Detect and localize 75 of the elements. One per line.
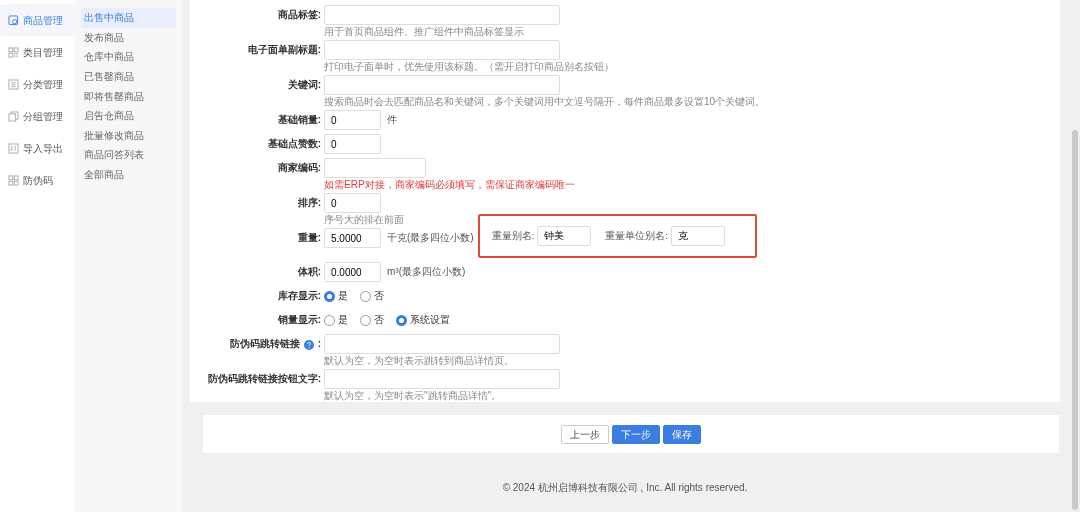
- scrollbar-thumb[interactable]: [1072, 130, 1078, 510]
- radio-button[interactable]: [324, 290, 335, 302]
- field-label: 重量单位别名:: [605, 228, 668, 243]
- input-field[interactable]: [324, 334, 560, 354]
- sidebar-item[interactable]: 商品管理: [0, 4, 75, 36]
- sidebar-item[interactable]: 分类管理: [0, 68, 75, 100]
- label-colon: :: [317, 338, 321, 349]
- submenu-item[interactable]: 发布商品: [81, 27, 176, 48]
- field-label: 关键词:: [286, 78, 322, 92]
- radio-label: 是: [338, 313, 348, 327]
- radio-button[interactable]: [396, 314, 407, 326]
- help-text: 序号大的排在前面: [324, 213, 404, 226]
- field-label: 商品标签:: [276, 8, 322, 22]
- help-text: 默认为空，为空时表示"跳转商品详情"。: [324, 389, 503, 402]
- help-text: 搜索商品时会去匹配商品名和关键词，多个关键词用中文逗号隔开，每件商品最多设置10个关键词。: [324, 95, 766, 108]
- copy-icon: [8, 110, 19, 122]
- radio-label: 是: [338, 289, 348, 303]
- field-label: 排序:: [296, 196, 322, 210]
- radio-label: 系统设置: [410, 313, 450, 327]
- radio-button[interactable]: [360, 314, 371, 326]
- radio-label: 否: [374, 313, 384, 327]
- submenu-item[interactable]: 仓库中商品: [81, 47, 176, 67]
- input-field[interactable]: [324, 369, 560, 389]
- sidebar-item[interactable]: 类目管理: [0, 36, 75, 68]
- submenu-item[interactable]: 出售中商品: [81, 8, 176, 28]
- field-label: 重量:: [296, 231, 322, 245]
- input-field[interactable]: 0: [324, 110, 381, 130]
- help-text: 默认为空，为空时表示跳转到商品详情页。: [324, 354, 515, 367]
- input-field[interactable]: [324, 40, 560, 60]
- field-label: 销量显示:: [276, 313, 322, 327]
- input-field[interactable]: 0: [324, 134, 381, 154]
- field-label: 基础点赞数:: [266, 137, 322, 151]
- step-button[interactable]: 上一步: [561, 424, 609, 444]
- input-field[interactable]: 5.0000: [324, 228, 381, 248]
- field-label: 体积:: [296, 265, 322, 279]
- step-button[interactable]: 保存: [663, 424, 701, 444]
- field-label: 商家编码:: [276, 161, 322, 175]
- list-icon: [8, 78, 19, 90]
- input-field[interactable]: [324, 158, 426, 178]
- unit-text: m³(最多四位小数): [387, 265, 466, 279]
- field-label: 重量别名:: [491, 228, 535, 243]
- sidebar-item[interactable]: 分组管理: [0, 100, 75, 132]
- help-text: 打印电子面单时，优先使用该标题。（需开启打印商品别名按钮）: [324, 60, 614, 73]
- field-label: 防伪码跳转链接按钮文字:: [206, 372, 322, 386]
- submenu-item[interactable]: 全部商品: [81, 164, 176, 185]
- search-icon: [8, 14, 19, 26]
- help-text: 如需ERP对接，商家编码必须填写，需保证商家编码唯一: [324, 178, 575, 191]
- submenu-item[interactable]: 批量修改商品: [81, 125, 176, 146]
- step-button[interactable]: 下一步: [612, 424, 660, 444]
- qr-icon: [8, 174, 19, 186]
- help-text: 用于首页商品组件、推广组件中商品标签显示: [324, 25, 525, 38]
- radio-button[interactable]: [360, 290, 371, 302]
- field-label: 库存显示:: [276, 289, 322, 303]
- input-field[interactable]: [324, 75, 560, 95]
- field-label: 防伪码跳转链接: [229, 338, 300, 349]
- submenu-item[interactable]: 即将售罄商品: [81, 86, 176, 106]
- input-field[interactable]: 钟美: [537, 226, 592, 246]
- grid-icon: [8, 46, 19, 58]
- footer-text: © 2024 杭州启博科技有限公司 , Inc. All rights reserved.: [501, 481, 749, 495]
- submenu-item[interactable]: 启告仓商品: [81, 105, 176, 126]
- sidebar-item[interactable]: 导入导出: [0, 132, 75, 164]
- field-label: 电子面单副标题:: [246, 43, 322, 57]
- input-field[interactable]: 0: [324, 193, 381, 213]
- import-icon: [8, 142, 19, 154]
- field-label: 基础销量:: [276, 113, 322, 127]
- input-field[interactable]: 0.0000: [324, 262, 381, 282]
- unit-text: 千克(最多四位小数): [387, 231, 474, 245]
- unit-text: 件: [387, 113, 397, 127]
- submenu-item[interactable]: 已售罄商品: [81, 66, 176, 87]
- radio-label: 否: [374, 289, 384, 303]
- input-field[interactable]: 克: [670, 226, 725, 246]
- input-field[interactable]: [324, 5, 560, 25]
- submenu-item[interactable]: 商品问答列表: [81, 145, 176, 165]
- sidebar-item[interactable]: 防伪码: [0, 164, 75, 196]
- radio-button[interactable]: [324, 314, 335, 326]
